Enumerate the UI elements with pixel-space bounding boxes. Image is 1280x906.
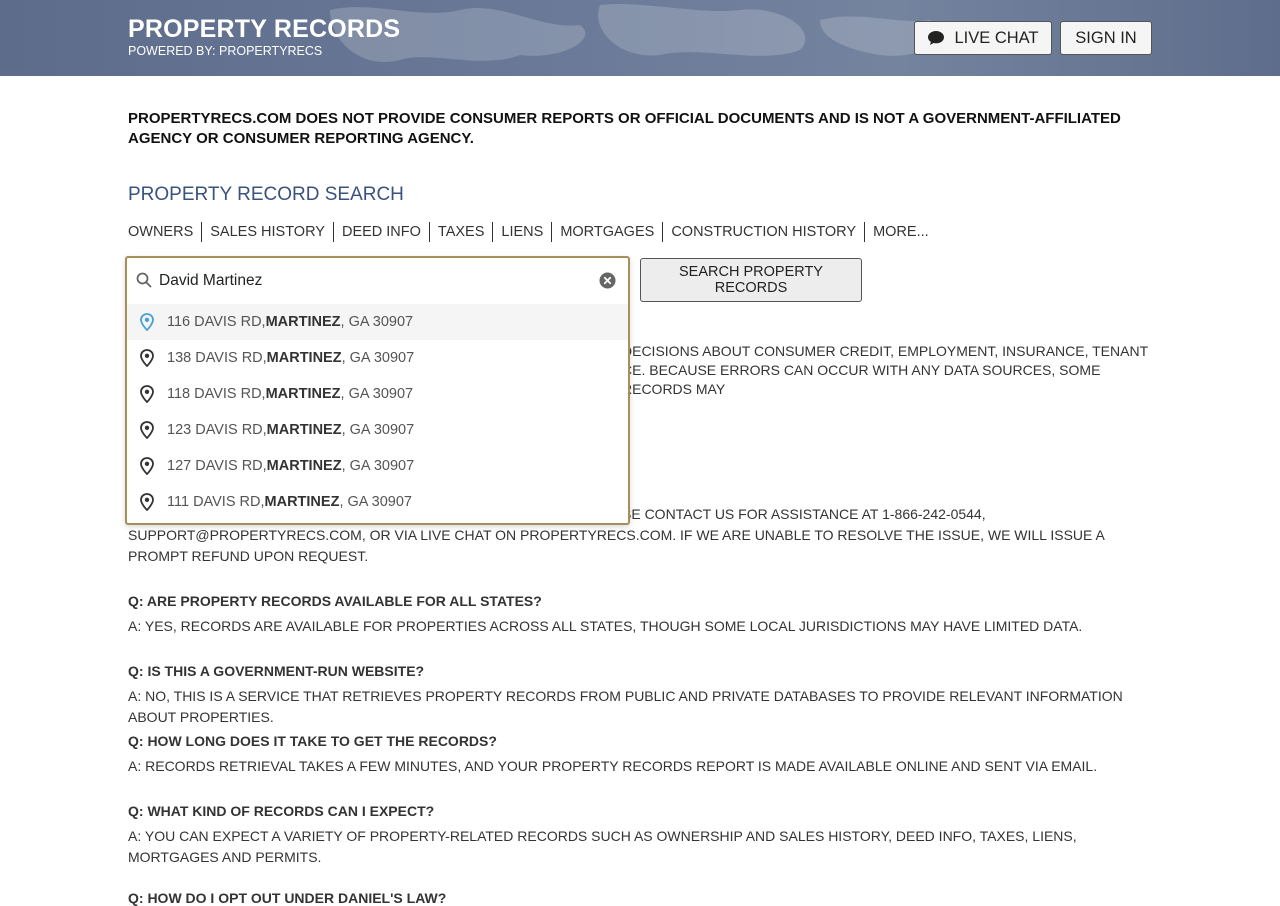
address-suggestion[interactable]: 138 DAVIS RD, MARTINEZ , GA 30907	[127, 340, 628, 376]
suggestion-city: MARTINEZ	[265, 386, 341, 402]
live-chat-label: LIVE CHAT	[954, 28, 1039, 47]
sign-in-button[interactable]: SIGN IN	[1060, 21, 1152, 55]
live-chat-button[interactable]: LIVE CHAT	[914, 21, 1052, 55]
search-input[interactable]	[157, 268, 587, 294]
site-header: PROPERTY RECORDS POWERED BY: PROPERTYREC…	[0, 0, 1280, 76]
search-icon	[136, 272, 152, 288]
contact-text-line: SE CONTACT US FOR ASSISTANCE AT 1-866-24…	[622, 506, 986, 522]
faq-answer: A: YOU CAN EXPECT A VARIETY OF PROPERTY-…	[128, 828, 1077, 865]
faq-answer: A: NO, THIS IS A SERVICE THAT RETRIEVES …	[128, 688, 1123, 725]
suggestion-street: 123 DAVIS RD,	[167, 422, 267, 438]
suggestion-street: 138 DAVIS RD,	[167, 350, 267, 366]
background-text-line: CE. BECAUSE ERRORS CAN OCCUR WITH ANY DA…	[622, 362, 1101, 397]
site-subtitle: POWERED BY: PROPERTYRECS	[128, 44, 323, 58]
suggestion-city: MARTINEZ	[266, 458, 342, 474]
clear-icon[interactable]	[599, 272, 616, 289]
map-pin-icon	[140, 385, 154, 403]
tab-deed-info[interactable]: DEED INFO	[332, 222, 429, 242]
search-title: PROPERTY RECORD SEARCH	[128, 184, 404, 205]
record-type-tabs: OWNERS SALES HISTORY DEED INFO TAXES LIE…	[128, 222, 937, 242]
faq-answer: A: RECORDS RETRIEVAL TAKES A FEW MINUTES…	[128, 758, 1098, 774]
tab-taxes[interactable]: TAXES	[428, 222, 492, 242]
address-suggestion[interactable]: 111 DAVIS RD, MARTINEZ , GA 30907	[127, 484, 628, 520]
suggestion-city: MARTINEZ	[266, 422, 342, 438]
faq-question: Q: HOW LONG DOES IT TAKE TO GET THE RECO…	[128, 733, 497, 749]
brand[interactable]: PROPERTY RECORDS POWERED BY: PROPERTYREC…	[128, 16, 400, 58]
suggestion-city: MARTINEZ	[265, 314, 341, 330]
tab-mortgages[interactable]: MORTGAGES	[551, 222, 662, 242]
suggestion-street: 127 DAVIS RD,	[167, 458, 267, 474]
suggestion-city: MARTINEZ	[266, 350, 342, 366]
suggestion-street: 111 DAVIS RD,	[167, 494, 265, 510]
site-title[interactable]: PROPERTY RECORDS	[128, 16, 400, 42]
map-pin-icon	[140, 421, 154, 439]
map-pin-icon	[140, 457, 154, 475]
address-suggestion[interactable]: 116 DAVIS RD, MARTINEZ , GA 30907	[127, 304, 628, 340]
search-input-row	[127, 258, 628, 304]
contact-text: SUPPORT@PROPERTYRECS.COM, OR VIA LIVE CH…	[128, 527, 1105, 564]
faq-question: Q: HOW DO I OPT OUT UNDER DANIEL'S LAW?	[128, 890, 447, 906]
suggestion-state-zip: , GA 30907	[341, 422, 415, 438]
faq-answer: A: YES, RECORDS ARE AVAILABLE FOR PROPER…	[128, 618, 1083, 634]
search-autocomplete: 116 DAVIS RD, MARTINEZ , GA 30907 138 DA…	[125, 256, 630, 525]
faq-question: Q: WHAT KIND OF RECORDS CAN I EXPECT?	[128, 803, 435, 819]
tab-construction-history[interactable]: CONSTRUCTION HISTORY	[662, 222, 864, 242]
suggestion-state-zip: , GA 30907	[340, 314, 414, 330]
address-suggestion[interactable]: 118 DAVIS RD, MARTINEZ , GA 30907	[127, 376, 628, 412]
map-pin-icon	[140, 349, 154, 367]
suggestion-state-zip: , GA 30907	[339, 494, 412, 510]
tab-sales-history[interactable]: SALES HISTORY	[201, 222, 333, 242]
tab-owners[interactable]: OWNERS	[128, 222, 201, 242]
address-suggestion[interactable]: 127 DAVIS RD, MARTINEZ , GA 30907	[127, 448, 628, 484]
suggestion-street: 116 DAVIS RD,	[167, 314, 266, 330]
suggestion-state-zip: , GA 30907	[341, 458, 415, 474]
map-pin-icon	[140, 313, 154, 331]
suggestion-city: MARTINEZ	[264, 494, 340, 510]
address-suggestion[interactable]: 123 DAVIS RD, MARTINEZ , GA 30907	[127, 412, 628, 448]
faq-question: Q: ARE PROPERTY RECORDS AVAILABLE FOR AL…	[128, 593, 542, 609]
tab-liens[interactable]: LIENS	[492, 222, 551, 242]
map-pin-icon	[140, 493, 154, 511]
suggestion-state-zip: , GA 30907	[341, 350, 415, 366]
chat-bubble-icon	[928, 31, 945, 45]
suggestion-street: 118 DAVIS RD,	[167, 386, 266, 402]
faq-question: Q: IS THIS A GOVERNMENT-RUN WEBSITE?	[128, 663, 425, 679]
tab-more[interactable]: MORE...	[864, 222, 937, 242]
background-text-line: DECISIONS ABOUT CONSUMER CREDIT, EMPLOYM…	[622, 343, 1149, 359]
search-property-records-button[interactable]: SEARCH PROPERTY RECORDS	[640, 258, 862, 302]
suggestion-state-zip: , GA 30907	[340, 386, 414, 402]
disclaimer: PROPERTYRECS.COM DOES NOT PROVIDE CONSUM…	[128, 110, 1121, 147]
